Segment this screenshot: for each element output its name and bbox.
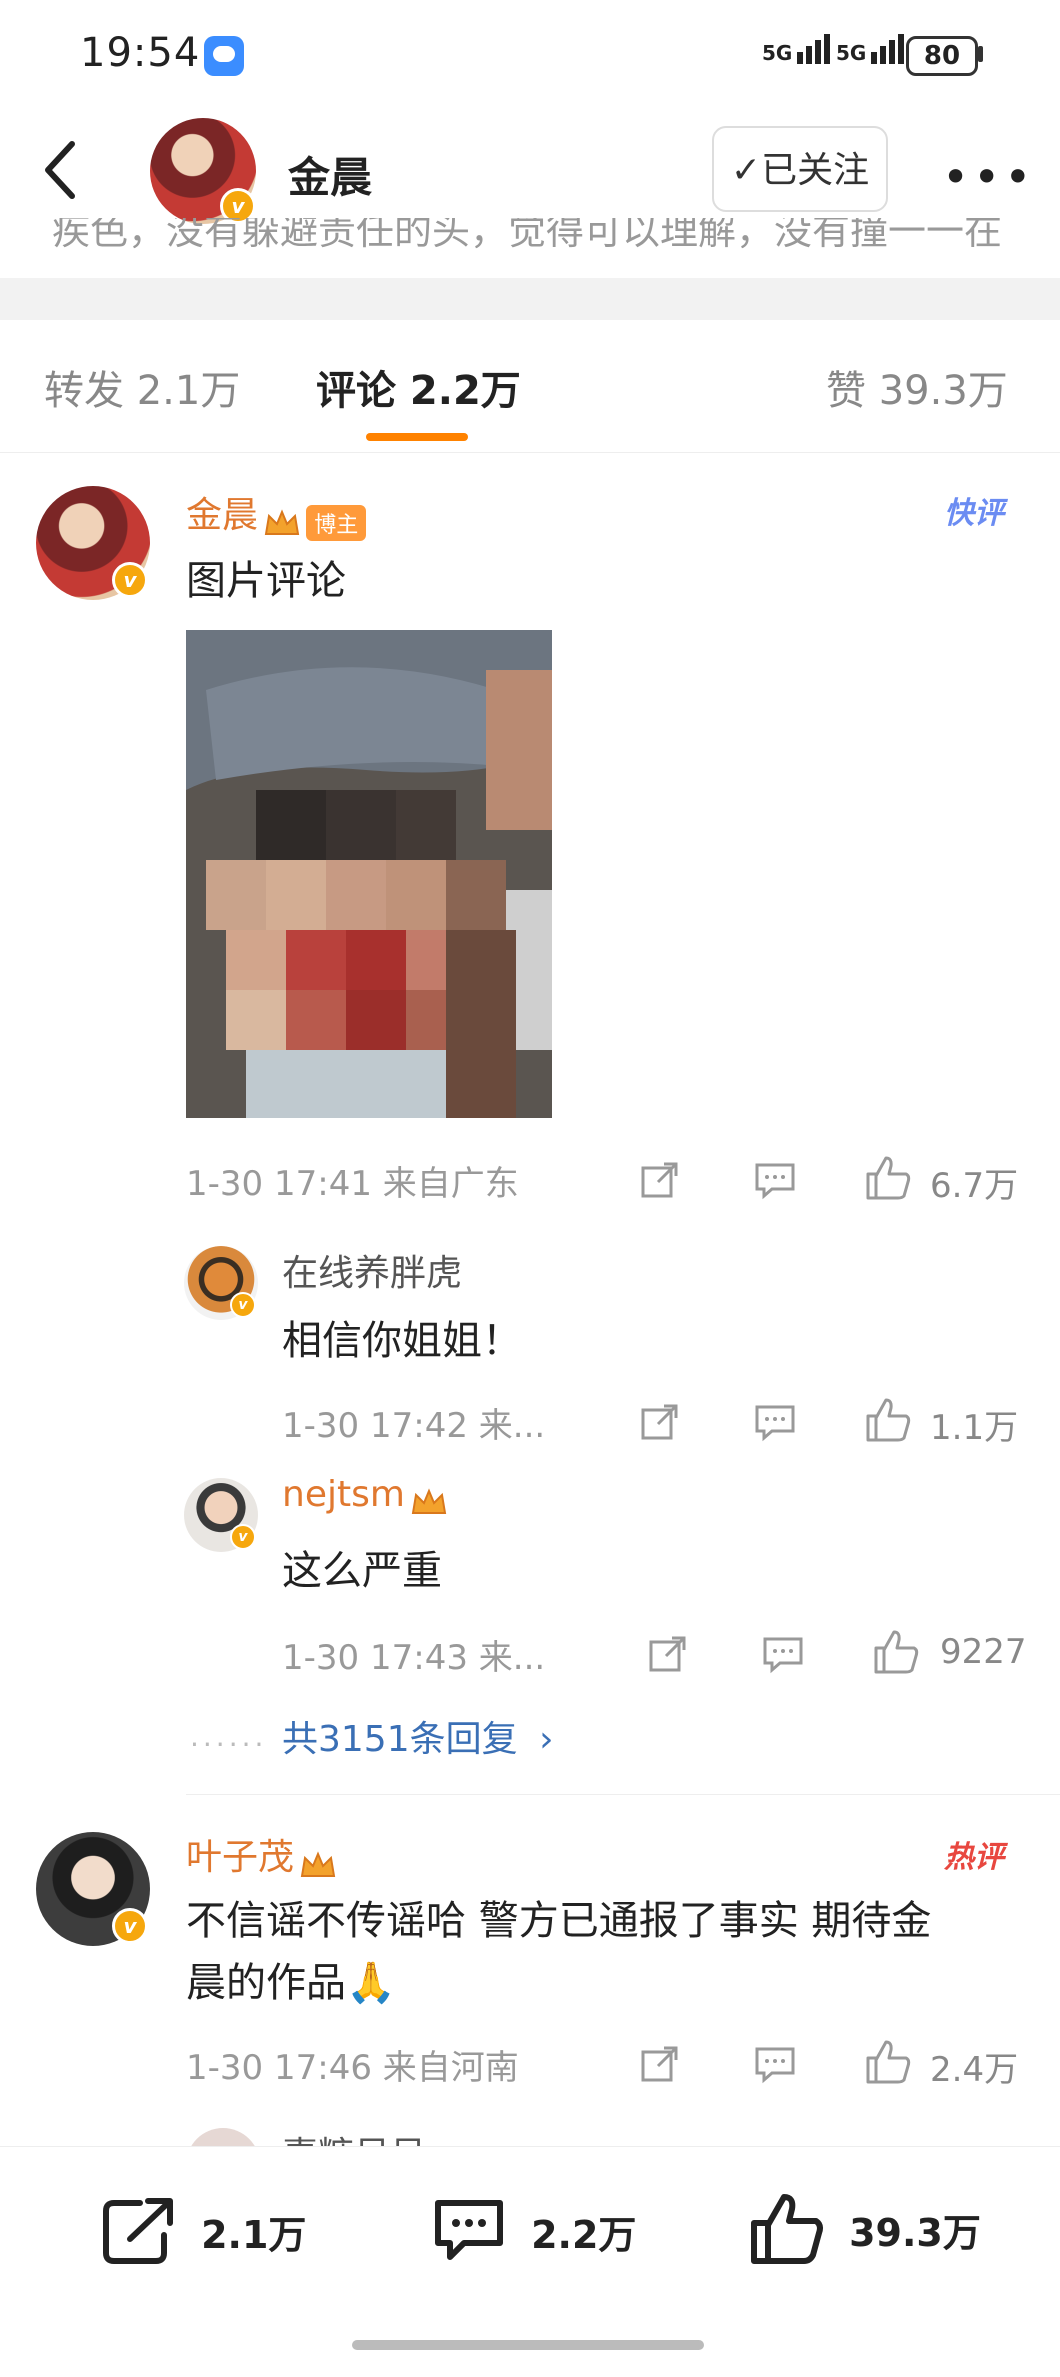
comment-image[interactable] (186, 630, 552, 1118)
next-comment-author[interactable]: 喜糖呆呆 (282, 2126, 426, 2148)
thumbs-up-icon (751, 2194, 823, 2264)
divider (186, 1794, 1060, 1795)
reply-author[interactable]: nejtsm (282, 1474, 405, 1515)
like-count: 9227 (940, 1632, 1027, 1672)
top-nav: v 金晨 (0, 110, 1060, 230)
reply-avatar[interactable]: v (184, 1478, 258, 1552)
comment-text-line2: 晨的作品🙏 (186, 1960, 396, 2006)
comment-icon[interactable] (754, 1162, 796, 1200)
verified-badge-icon: v (230, 1292, 256, 1318)
like-total: 39.3万 (849, 2210, 981, 2255)
comment-bubble-icon (435, 2200, 503, 2260)
comment-author-row: 叶子茂 (186, 1828, 337, 1880)
dotted-leader: ······ (190, 1728, 268, 1761)
post-text-cutoff: 疾色，没有躲避责任的头，觉得可以理解，没有撞一一在 (52, 218, 1003, 253)
signal-2-icon: 5G (836, 34, 907, 65)
comment-icon[interactable] (754, 2046, 796, 2084)
comment-meta: 1-30 17:46 来自河南 (186, 2048, 519, 2088)
more-menu-icon[interactable]: ••• (942, 150, 1035, 204)
repost-count: 2.1万 (201, 2212, 307, 2257)
reply-meta: 1-30 17:43 来... (282, 1638, 546, 1678)
hot-comment-badge: 热评 (944, 1840, 1004, 1875)
reply-text: 这么严重 (282, 1548, 442, 1594)
like-count: 2.4万 (930, 2050, 1019, 2090)
follow-button[interactable]: ✓已关注 (712, 126, 888, 212)
page-title: 金晨 (288, 153, 373, 202)
comment-count: 2.2万 (531, 2212, 637, 2257)
comment-author-row: 金晨 博主 (186, 486, 367, 541)
section-divider (0, 278, 1060, 320)
share-icon (103, 2198, 173, 2264)
comment-text-line1: 不信谣不传谣哈 警方已通报了事实 期待金 (186, 1898, 932, 1944)
comment-avatar[interactable]: v (36, 486, 150, 600)
repost-icon[interactable] (640, 1160, 680, 1200)
comment-action[interactable]: 2.2万 (430, 2195, 636, 2267)
like-count: 1.1万 (930, 1408, 1019, 1448)
tab-indicator (366, 433, 468, 441)
like-icon[interactable] (864, 1396, 912, 1444)
reply-author[interactable]: 在线养胖虎 (282, 1244, 462, 1296)
reply-author-row: nejtsm (282, 1474, 448, 1517)
more-replies-link[interactable]: 共3151条回复 › (282, 1710, 553, 1762)
home-indicator[interactable] (352, 2340, 704, 2350)
battery-cap (978, 46, 983, 62)
signal-1-icon: 5G (762, 34, 833, 65)
reply-meta: 1-30 17:42 来... (282, 1406, 546, 1446)
repost-icon[interactable] (648, 1634, 688, 1674)
repost-icon[interactable] (640, 2044, 680, 2084)
status-time: 19:54 (80, 30, 201, 76)
crown-icon (300, 1850, 336, 1877)
author-tag: 博主 (306, 504, 367, 541)
comment-text: 图片评论 (186, 558, 346, 604)
pixelated-photo (186, 630, 552, 1118)
repost-action[interactable]: 2.1万 (100, 2195, 306, 2267)
crown-icon (411, 1487, 447, 1514)
like-count: 6.7万 (930, 1166, 1019, 1206)
like-icon[interactable] (872, 1628, 920, 1676)
verified-badge-icon: v (112, 1908, 148, 1944)
comment-author[interactable]: 叶子茂 (186, 1837, 294, 1878)
comment-icon[interactable] (754, 1404, 796, 1442)
verified-badge-icon: v (112, 562, 148, 598)
quick-comment-badge: 快评 (944, 496, 1004, 531)
tab-comment[interactable]: 评论 2.2万 (316, 358, 521, 416)
back-arrow-icon[interactable] (40, 138, 80, 202)
reply-avatar[interactable]: v (184, 1246, 258, 1320)
status-bar: 19:54 5G 5G 80 (0, 0, 1060, 110)
tab-repost[interactable]: 转发 2.1万 (44, 358, 240, 416)
avatar[interactable]: v (150, 118, 256, 224)
battery-icon: 80 (906, 36, 978, 76)
reply-text: 相信你姐姐！ (282, 1318, 522, 1364)
chevron-right-icon: › (539, 1719, 554, 1760)
comment-avatar[interactable]: v (36, 1832, 150, 1946)
crown-icon (264, 508, 300, 535)
tab-bar: 转发 2.1万 评论 2.2万 赞 39.3万 (0, 322, 1060, 453)
tab-like[interactable]: 赞 39.3万 (826, 358, 1008, 416)
comment-author[interactable]: 金晨 (186, 495, 258, 536)
verified-badge-icon: v (230, 1524, 256, 1550)
message-app-icon (204, 36, 244, 76)
like-action[interactable]: 39.3万 (748, 2191, 981, 2267)
like-icon[interactable] (864, 1154, 912, 1202)
repost-icon[interactable] (640, 1402, 680, 1442)
like-icon[interactable] (864, 2038, 912, 2086)
comment-icon[interactable] (762, 1636, 804, 1674)
comment-meta: 1-30 17:41 来自广东 (186, 1164, 519, 1204)
